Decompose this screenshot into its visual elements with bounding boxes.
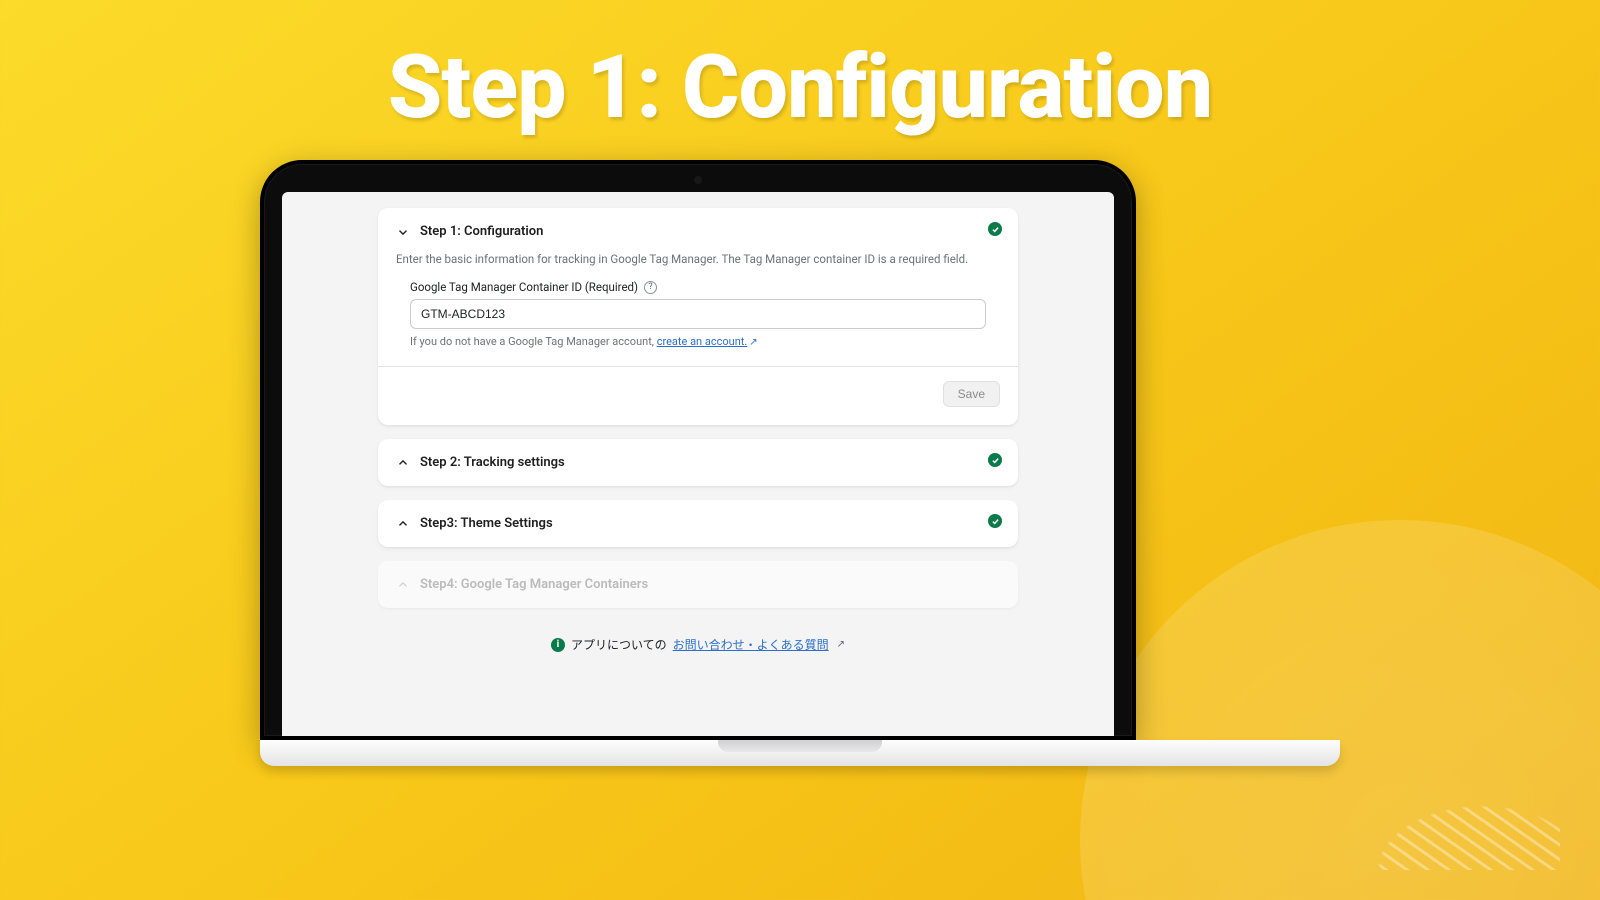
step1-title: Step 1: Configuration bbox=[420, 224, 543, 239]
info-icon: i bbox=[551, 638, 565, 652]
step4-title: Step4: Google Tag Manager Containers bbox=[420, 577, 648, 592]
container-id-label-text: Google Tag Manager Container ID (Require… bbox=[410, 280, 638, 294]
app-screen: Step 1: Configuration Enter the basic in… bbox=[282, 192, 1114, 736]
chevron-up-icon bbox=[396, 456, 410, 470]
step2-header[interactable]: Step 2: Tracking settings bbox=[378, 439, 1018, 486]
save-button[interactable]: Save bbox=[943, 381, 1000, 407]
laptop-mockup: Step 1: Configuration Enter the basic in… bbox=[260, 160, 1340, 766]
footer-help-link[interactable]: お問い合わせ・よくある質問 bbox=[673, 636, 829, 653]
footer-help-line: i アプリについてのお問い合わせ・よくある質問 ↗ bbox=[378, 636, 1018, 653]
app-content: Step 1: Configuration Enter the basic in… bbox=[378, 208, 1018, 653]
step3-card: Step3: Theme Settings bbox=[378, 500, 1018, 547]
create-account-link[interactable]: create an account. bbox=[657, 335, 748, 348]
step4-header: Step4: Google Tag Manager Containers bbox=[378, 561, 1018, 608]
laptop-base bbox=[260, 740, 1340, 766]
step3-title: Step3: Theme Settings bbox=[420, 516, 553, 531]
step1-header[interactable]: Step 1: Configuration bbox=[378, 208, 1018, 255]
external-link-icon: ↗ bbox=[749, 337, 757, 348]
container-id-input[interactable] bbox=[410, 299, 986, 329]
step2-title: Step 2: Tracking settings bbox=[420, 455, 565, 470]
container-id-helper: If you do not have a Google Tag Manager … bbox=[410, 335, 986, 348]
step1-body: Enter the basic information for tracking… bbox=[378, 251, 1018, 425]
footer-prefix: アプリについての bbox=[571, 636, 667, 653]
step1-description: Enter the basic information for tracking… bbox=[396, 251, 1000, 268]
chevron-down-icon bbox=[396, 225, 410, 239]
external-link-icon: ↗ bbox=[837, 639, 845, 650]
chevron-up-icon bbox=[396, 517, 410, 531]
hero-title: Step 1: Configuration bbox=[0, 36, 1600, 139]
helper-prefix: If you do not have a Google Tag Manager … bbox=[410, 335, 657, 348]
step4-card: Step4: Google Tag Manager Containers bbox=[378, 561, 1018, 608]
step3-header[interactable]: Step3: Theme Settings bbox=[378, 500, 1018, 547]
container-id-label: Google Tag Manager Container ID (Require… bbox=[410, 280, 986, 294]
help-icon[interactable]: ? bbox=[644, 281, 657, 294]
step1-card: Step 1: Configuration Enter the basic in… bbox=[378, 208, 1018, 425]
step2-card: Step 2: Tracking settings bbox=[378, 439, 1018, 486]
laptop-lid: Step 1: Configuration Enter the basic in… bbox=[260, 160, 1136, 740]
chevron-up-icon bbox=[396, 578, 410, 592]
status-complete-icon bbox=[988, 222, 1002, 236]
